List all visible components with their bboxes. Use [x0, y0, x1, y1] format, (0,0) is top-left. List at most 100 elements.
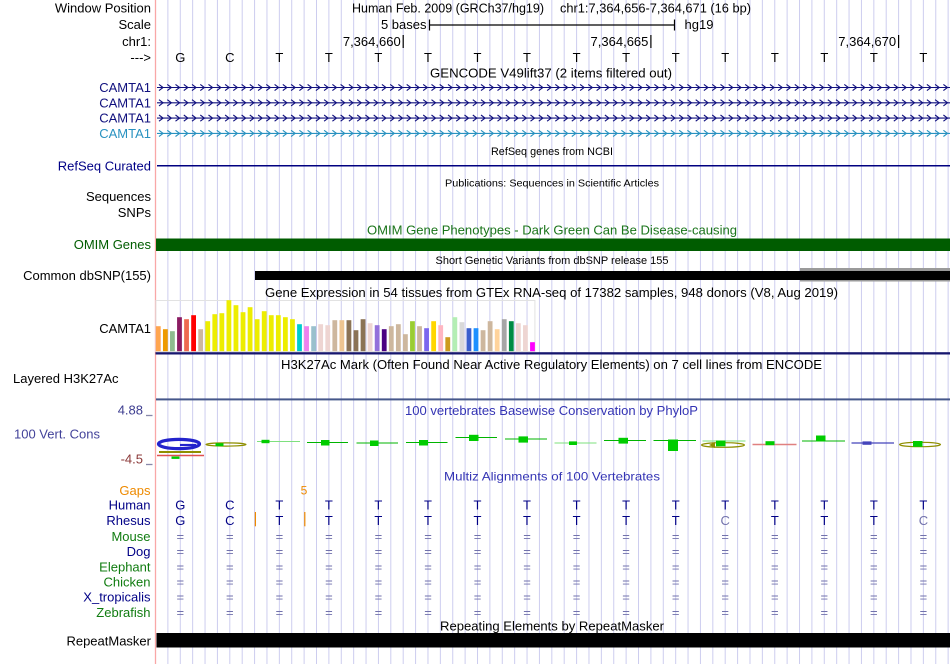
svg-text:=: =: [573, 590, 581, 605]
svg-text:T: T: [870, 498, 878, 513]
svg-text:C: C: [225, 513, 234, 528]
svg-text:=: =: [523, 590, 531, 605]
svg-text:RefSeq genes from NCBI: RefSeq genes from NCBI: [491, 146, 613, 158]
svg-text:=: =: [920, 605, 928, 620]
svg-text:C: C: [721, 513, 730, 528]
svg-text:=: =: [573, 575, 581, 590]
svg-text:C: C: [225, 498, 234, 513]
svg-text:=: =: [474, 590, 482, 605]
svg-text:Zebrafish: Zebrafish: [96, 605, 150, 620]
svg-text:Repeating Elements by RepeatMa: Repeating Elements by RepeatMasker: [440, 619, 665, 634]
svg-text:=: =: [177, 605, 185, 620]
svg-text:=: =: [424, 590, 432, 605]
svg-text:=: =: [177, 544, 185, 559]
svg-text:T: T: [424, 50, 432, 65]
svg-text:T: T: [672, 498, 680, 513]
svg-text:T: T: [424, 498, 432, 513]
svg-text:T: T: [424, 513, 432, 528]
svg-text:T: T: [919, 498, 927, 513]
svg-text:=: =: [325, 575, 333, 590]
svg-text:=: =: [375, 575, 383, 590]
svg-text:=: =: [325, 605, 333, 620]
svg-text:--->: --->: [130, 50, 151, 65]
svg-text:T: T: [523, 50, 531, 65]
svg-text:G: G: [175, 498, 185, 513]
svg-text:=: =: [920, 590, 928, 605]
svg-text:Human: Human: [109, 498, 151, 513]
svg-text:OMIM Genes: OMIM Genes: [74, 237, 152, 252]
svg-text:hg19: hg19: [685, 17, 714, 32]
svg-text:GENCODE V49lift37 (2 items fil: GENCODE V49lift37 (2 items filtered out): [430, 66, 672, 81]
svg-text:=: =: [276, 529, 284, 544]
svg-text:Human Feb. 2009 (GRCh37/hg19): Human Feb. 2009 (GRCh37/hg19): [352, 1, 544, 16]
svg-text:Multiz Alignments of 100 Verte: Multiz Alignments of 100 Vertebrates: [444, 470, 660, 484]
svg-text:T: T: [374, 498, 382, 513]
svg-text:=: =: [573, 559, 581, 574]
svg-text:CAMTA1: CAMTA1: [99, 111, 151, 126]
svg-text:=: =: [721, 544, 729, 559]
svg-text:=: =: [276, 590, 284, 605]
svg-text:T: T: [721, 50, 729, 65]
svg-text:Common dbSNP(155): Common dbSNP(155): [23, 268, 151, 283]
svg-text:Publications: Sequences in Sci: Publications: Sequences in Scientific Ar…: [445, 178, 659, 190]
svg-text:T: T: [325, 513, 333, 528]
svg-text:=: =: [375, 544, 383, 559]
svg-text:T: T: [474, 50, 482, 65]
svg-text:=: =: [771, 529, 779, 544]
svg-text:T: T: [474, 513, 482, 528]
svg-text:T: T: [622, 498, 630, 513]
svg-text:SNPs: SNPs: [118, 205, 152, 220]
svg-text:=: =: [672, 575, 680, 590]
svg-text:Mouse: Mouse: [111, 529, 150, 544]
svg-text:=: =: [226, 605, 234, 620]
svg-text:=: =: [622, 575, 630, 590]
svg-text:=: =: [276, 575, 284, 590]
svg-text:T: T: [672, 50, 680, 65]
svg-text:=: =: [276, 559, 284, 574]
svg-text:OMIM Gene Phenotypes - Dark Gr: OMIM Gene Phenotypes - Dark Green Can Be…: [367, 223, 737, 238]
svg-text:Gene Expression in 54 tissues: Gene Expression in 54 tissues from GTEx …: [265, 285, 838, 300]
svg-text:T: T: [820, 50, 828, 65]
svg-text:=: =: [523, 575, 531, 590]
svg-text:=: =: [622, 544, 630, 559]
svg-text:T: T: [474, 498, 482, 513]
svg-text:T: T: [374, 50, 382, 65]
svg-text:T: T: [573, 513, 581, 528]
svg-text:=: =: [821, 529, 829, 544]
svg-text:=: =: [325, 529, 333, 544]
svg-text:=: =: [622, 529, 630, 544]
svg-text:=: =: [276, 605, 284, 620]
svg-text:=: =: [870, 544, 878, 559]
svg-text:=: =: [523, 529, 531, 544]
svg-text:=: =: [821, 590, 829, 605]
svg-text:=: =: [325, 590, 333, 605]
svg-text:=: =: [771, 575, 779, 590]
svg-text:-4.5: -4.5: [121, 452, 143, 467]
svg-text:=: =: [424, 605, 432, 620]
svg-text:T: T: [275, 50, 283, 65]
svg-text:RepeatMasker: RepeatMasker: [66, 634, 151, 649]
svg-text:T: T: [573, 50, 581, 65]
svg-text:T: T: [820, 513, 828, 528]
svg-text:CAMTA1: CAMTA1: [99, 321, 151, 336]
svg-text:T: T: [523, 513, 531, 528]
svg-text:=: =: [870, 590, 878, 605]
svg-text:=: =: [177, 529, 185, 544]
svg-text:T: T: [374, 513, 382, 528]
svg-text:=: =: [226, 559, 234, 574]
svg-text:=: =: [474, 559, 482, 574]
svg-text:4.88: 4.88: [118, 403, 143, 418]
svg-text:X_tropicalis: X_tropicalis: [83, 590, 151, 605]
svg-text:=: =: [424, 575, 432, 590]
svg-text:5: 5: [301, 484, 308, 498]
svg-text:=: =: [375, 590, 383, 605]
svg-text:=: =: [177, 590, 185, 605]
svg-text:=: =: [424, 559, 432, 574]
svg-text:Gaps: Gaps: [119, 483, 151, 498]
svg-text:=: =: [573, 529, 581, 544]
svg-text:H3K27Ac Mark (Often Found Near: H3K27Ac Mark (Often Found Near Active Re…: [281, 357, 822, 372]
svg-text:G: G: [175, 50, 185, 65]
svg-text:=: =: [226, 529, 234, 544]
svg-text:=: =: [672, 590, 680, 605]
svg-text:=: =: [474, 575, 482, 590]
